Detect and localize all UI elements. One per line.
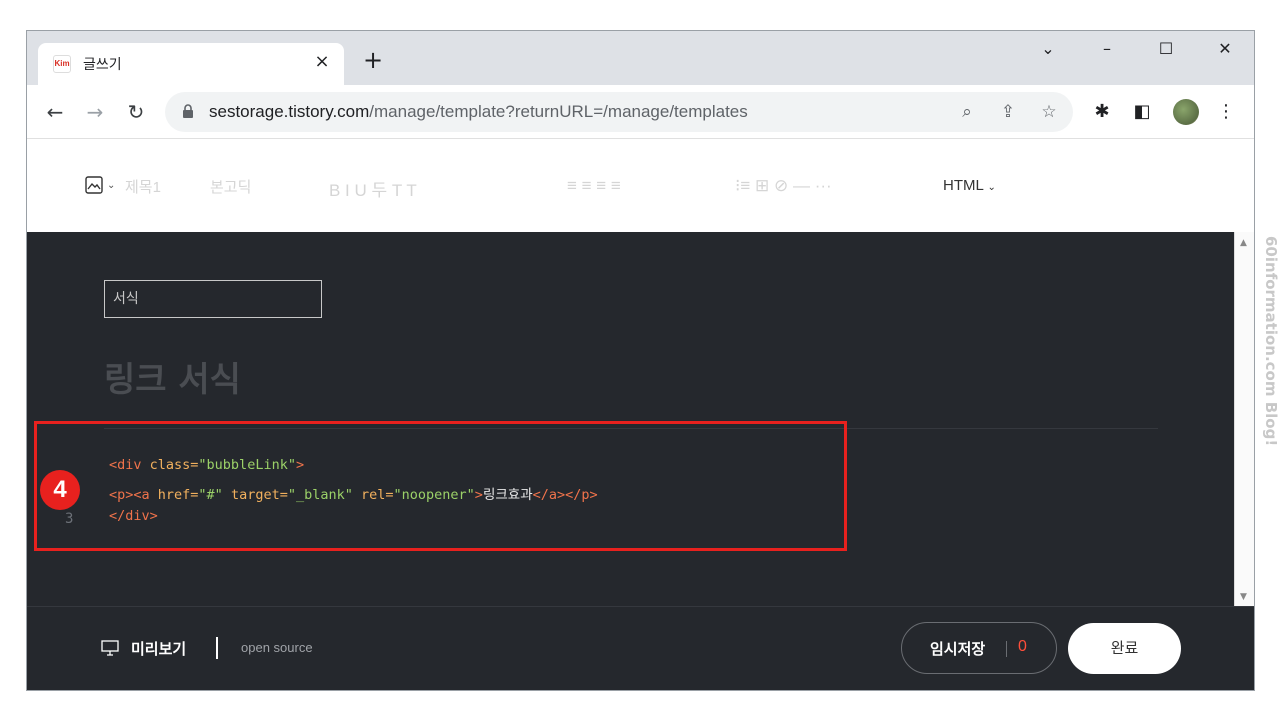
profile-avatar[interactable] bbox=[1173, 99, 1199, 125]
favicon-icon: Kim bbox=[53, 55, 71, 73]
step-badge: 4 bbox=[40, 470, 80, 510]
font-select[interactable]: 본고딕 bbox=[210, 176, 251, 197]
tab-search-icon[interactable]: ⌄ bbox=[1033, 37, 1063, 61]
footer-divider bbox=[27, 606, 1254, 607]
close-window-button[interactable]: ✕ bbox=[1210, 37, 1240, 61]
footer-separator bbox=[216, 637, 218, 659]
done-button[interactable]: 완료 bbox=[1068, 623, 1181, 674]
monitor-icon bbox=[101, 640, 119, 656]
scrollbar[interactable]: ▲ ▼ bbox=[1234, 232, 1254, 606]
extensions-icon[interactable]: ✱ bbox=[1090, 100, 1114, 124]
scroll-down-arrow-icon[interactable]: ▼ bbox=[1240, 592, 1247, 602]
minimize-button[interactable]: – bbox=[1092, 37, 1122, 61]
save-draft-label: 임시저장 bbox=[930, 640, 986, 658]
side-panel-icon[interactable]: ◧ bbox=[1130, 100, 1154, 124]
forward-arrow-icon[interactable]: → bbox=[83, 100, 107, 124]
watermark: 60information.com Blog! bbox=[1262, 236, 1280, 447]
align-buttons[interactable]: ≡ ≡ ≡ ≡ bbox=[567, 176, 621, 196]
share-icon[interactable]: ⇪ bbox=[997, 101, 1019, 123]
browser-window: Kim 글쓰기 × + ⌄ – ☐ ✕ ← → ↻ sestorage.tist… bbox=[26, 30, 1255, 691]
browser-toolbar: ← → ↻ sestorage.tistory.com/manage/templ… bbox=[27, 85, 1254, 139]
title-bar: Kim 글쓰기 × + ⌄ – ☐ ✕ bbox=[27, 31, 1254, 85]
reload-icon[interactable]: ↻ bbox=[124, 100, 148, 124]
scroll-up-arrow-icon[interactable]: ▲ bbox=[1240, 238, 1247, 248]
search-icon[interactable]: ⌕ bbox=[956, 101, 978, 123]
draft-separator bbox=[1006, 641, 1007, 657]
editor-area: 서식 링크 서식 <div class="bubbleLink"> <p><a … bbox=[27, 232, 1254, 690]
bookmark-star-icon[interactable]: ☆ bbox=[1038, 101, 1060, 123]
preview-button[interactable]: 미리보기 bbox=[131, 638, 186, 659]
chevron-down-icon: ⌄ bbox=[987, 182, 996, 193]
tab-title: 글쓰기 bbox=[83, 57, 122, 73]
maximize-button[interactable]: ☐ bbox=[1151, 37, 1181, 61]
insert-buttons[interactable]: ⁝≡ ⊞ ⊘ — ··· bbox=[735, 176, 832, 196]
new-tab-button[interactable]: + bbox=[361, 48, 385, 73]
save-draft-button[interactable]: 임시저장 0 bbox=[901, 622, 1057, 674]
heading-select[interactable]: 제목1 bbox=[125, 176, 161, 197]
tab-close-icon[interactable]: × bbox=[312, 52, 332, 72]
url-text[interactable]: sestorage.tistory.com/manage/template?re… bbox=[209, 102, 748, 122]
image-insert-icon[interactable] bbox=[85, 176, 103, 194]
draft-count: 0 bbox=[1018, 638, 1027, 655]
menu-kebab-icon[interactable]: ⋮ bbox=[1214, 100, 1238, 124]
editor-toolbar: ⌄ 제목1 본고딕 B I U 두 T T ≡ ≡ ≡ ≡ ⁝≡ ⊞ ⊘ — ·… bbox=[27, 139, 1254, 232]
address-bar[interactable]: sestorage.tistory.com/manage/template?re… bbox=[165, 92, 1073, 132]
open-source-link[interactable]: open source bbox=[241, 640, 313, 655]
highlight-box bbox=[34, 421, 847, 551]
browser-tab[interactable]: Kim 글쓰기 × bbox=[38, 43, 344, 85]
post-title[interactable]: 링크 서식 bbox=[104, 352, 241, 401]
lock-icon bbox=[183, 104, 193, 118]
back-arrow-icon[interactable]: ← bbox=[43, 100, 67, 124]
text-format-buttons[interactable]: B I U 두 T T bbox=[329, 176, 417, 201]
template-name-field[interactable]: 서식 bbox=[104, 280, 322, 318]
image-dropdown-chevron-icon[interactable]: ⌄ bbox=[107, 180, 115, 191]
html-mode-select[interactable]: HTML ⌄ bbox=[943, 177, 996, 194]
